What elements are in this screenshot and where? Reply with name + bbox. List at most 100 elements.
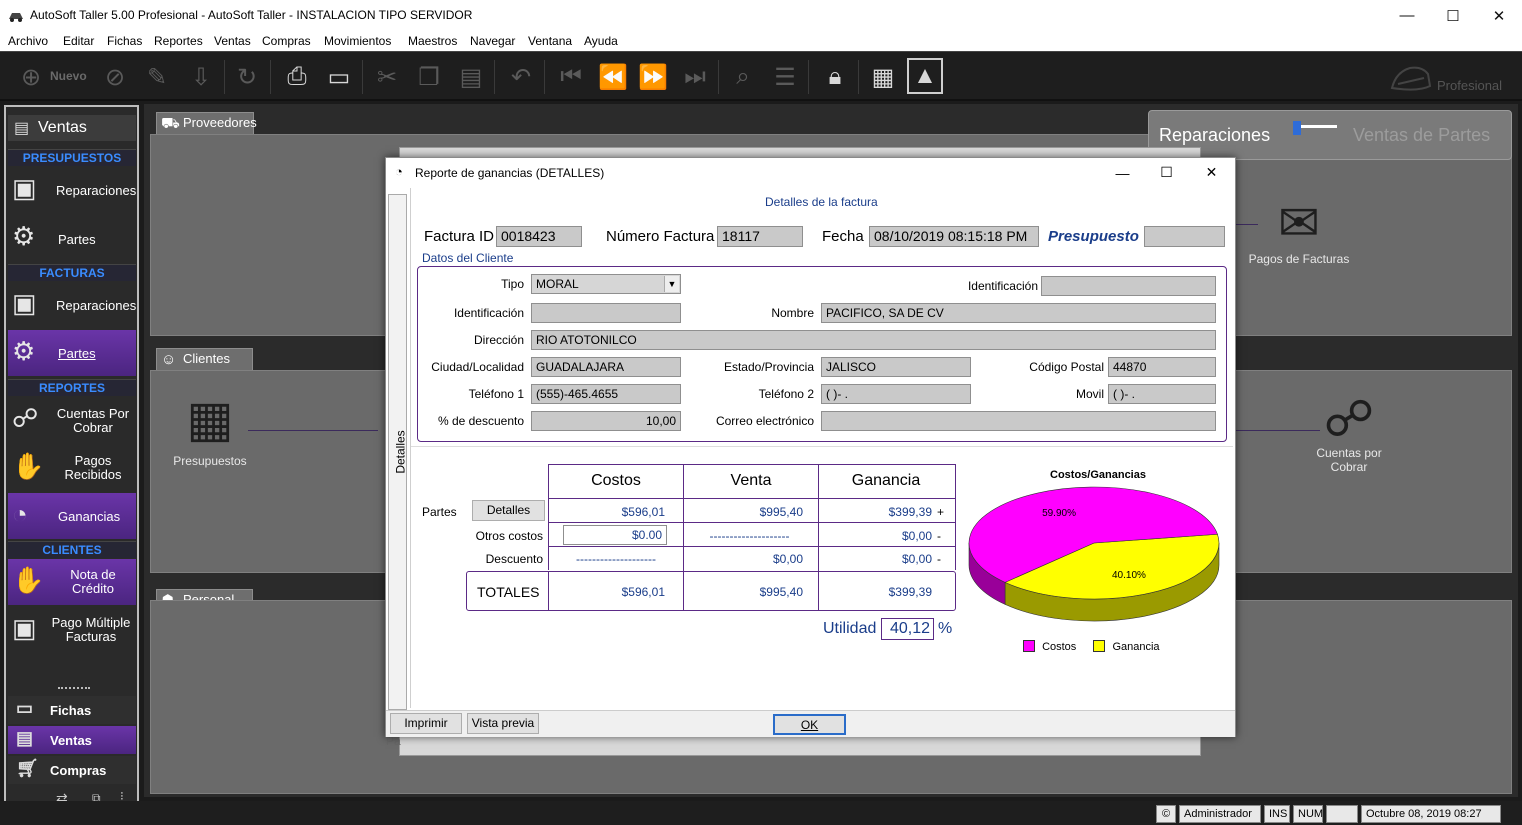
- legend-swatch-ganancia: [1093, 640, 1106, 652]
- cut-icon[interactable]: ✂: [370, 59, 404, 95]
- dialog-maximize-button[interactable]: ☐: [1144, 158, 1189, 187]
- close-button[interactable]: ✕: [1476, 0, 1522, 31]
- totales-costos: $596,01: [621, 585, 665, 599]
- new-icon[interactable]: ⊕: [14, 59, 48, 95]
- status-user: Administrador: [1179, 805, 1261, 823]
- menu-ventana[interactable]: Ventana: [528, 34, 572, 48]
- copy-icon[interactable]: ❐: [412, 59, 446, 95]
- people-count-icon: ☍: [1323, 391, 1375, 447]
- node-label: Presupuestos: [173, 454, 247, 468]
- nombre-label: Nombre: [771, 306, 814, 320]
- refresh-icon[interactable]: ↻: [230, 59, 264, 95]
- sidebar-item-label-2: Facturas: [65, 629, 117, 644]
- save-icon[interactable]: ⇩: [184, 59, 218, 95]
- menu-navegar[interactable]: Navegar: [470, 34, 515, 48]
- imprimir-button[interactable]: Imprimir: [390, 713, 462, 734]
- minimize-button[interactable]: —: [1384, 0, 1430, 31]
- navigate-icon[interactable]: ▲: [907, 58, 943, 94]
- undo-icon[interactable]: ↶: [504, 59, 538, 95]
- menu-archivo[interactable]: Archivo: [8, 34, 48, 48]
- monitor-icon[interactable]: ▭: [322, 59, 356, 95]
- dialog-title-bar: ◔ Reporte de ganancias (DETALLES) — ☐ ✕: [386, 158, 1235, 187]
- previous-record-icon[interactable]: ⏪: [596, 59, 630, 95]
- numero-factura-label: Número Factura: [606, 228, 715, 245]
- menu-fichas[interactable]: Fichas: [107, 34, 142, 48]
- menu-maestros[interactable]: Maestros: [408, 34, 457, 48]
- folder-icon: ▭: [16, 698, 34, 718]
- sidebar-item-fact-reparaciones[interactable]: ▣ Reparaciones: [8, 282, 136, 328]
- delete-doc-icon[interactable]: ⊘: [98, 59, 132, 95]
- tab-proveedores[interactable]: ⛟ Proveedores: [156, 112, 257, 134]
- copyright-icon: ©: [1156, 805, 1176, 823]
- menu-ayuda[interactable]: Ayuda: [584, 34, 618, 48]
- app-icon: [8, 8, 24, 22]
- search-icon[interactable]: ⌕: [726, 59, 760, 95]
- node-cuentas-cobrar[interactable]: ☍ Cuentas por Cobrar: [1304, 394, 1394, 474]
- datos-cliente-title: Datos del Cliente: [422, 251, 514, 265]
- sidebar-item-pago-multiple[interactable]: ▣ Pago Múltiple Facturas: [8, 607, 136, 653]
- totales-ganancia: $399,39: [888, 585, 932, 599]
- last-record-icon[interactable]: ⏭: [678, 59, 712, 95]
- fecha-label: Fecha: [822, 228, 864, 245]
- sidebar-item-fact-partes[interactable]: ⚙ Partes: [8, 330, 136, 376]
- toggle-ventas-partes[interactable]: Ventas de Partes: [1353, 125, 1490, 146]
- menu-compras[interactable]: Compras: [262, 34, 311, 48]
- menu-movimientos[interactable]: Movimientos: [324, 34, 391, 48]
- ok-button[interactable]: OK: [773, 714, 846, 735]
- fecha-field: 08/10/2019 08:15:18 PM: [869, 226, 1039, 247]
- descuento-row-label: Descuento: [485, 552, 543, 566]
- toggle-reparaciones[interactable]: Reparaciones: [1159, 125, 1270, 146]
- factura-id-field: 0018423: [496, 226, 582, 247]
- sidebar-item-pres-reparaciones[interactable]: ▣ Reparaciones: [8, 167, 136, 213]
- menu-reportes[interactable]: Reportes: [154, 34, 203, 48]
- tipo-select[interactable]: MORAL ▼: [531, 274, 681, 294]
- edit-icon[interactable]: ✎: [140, 59, 174, 95]
- mode-toggle[interactable]: Reparaciones Ventas de Partes: [1148, 110, 1512, 160]
- parts-icon: ⚙: [12, 221, 36, 251]
- cp-field: 44870: [1108, 357, 1216, 377]
- vista-previa-button[interactable]: Vista previa: [467, 713, 539, 734]
- lock-icon[interactable]: 🔒︎: [818, 59, 852, 95]
- list-search-icon[interactable]: ☰: [768, 59, 802, 95]
- next-record-icon[interactable]: ⏩: [636, 59, 670, 95]
- detalles-button[interactable]: Detalles: [472, 500, 545, 521]
- status-ins: INS: [1264, 805, 1290, 823]
- tab-detalles[interactable]: Detalles: [388, 194, 408, 710]
- chart-legend: Costos Ganancia: [1023, 640, 1160, 653]
- node-presupuestos[interactable]: ▦ Presupuestos: [164, 394, 256, 468]
- print-icon[interactable]: ⎙: [280, 59, 314, 95]
- sidebar-item-cuentas-cobrar[interactable]: ☍ Cuentas Por Cobrar: [8, 397, 136, 443]
- calculator-icon[interactable]: ▦: [866, 59, 900, 95]
- dialog-close-button[interactable]: ✕: [1189, 158, 1234, 187]
- splitter-handle[interactable]: [58, 687, 90, 690]
- tab-clientes[interactable]: ☺ Clientes: [156, 348, 253, 370]
- first-record-icon[interactable]: ⏮: [554, 59, 588, 95]
- paste-icon[interactable]: ▤: [454, 59, 488, 95]
- identificacion-right-field: [1041, 276, 1216, 296]
- nav-fichas[interactable]: ▭ Fichas: [8, 696, 136, 724]
- menu-editar[interactable]: Editar: [63, 34, 94, 48]
- nav-compras[interactable]: 🛒︎ Compras: [8, 756, 136, 784]
- truck-icon: ⛟: [161, 115, 180, 132]
- partes-venta: $995,40: [759, 505, 803, 519]
- menu-ventas[interactable]: Ventas: [214, 34, 251, 48]
- node-pagos-facturas[interactable]: ✉ Pagos de Facturas: [1234, 198, 1364, 266]
- dialog-minimize-button[interactable]: —: [1100, 158, 1145, 187]
- partes-costos: $596,01: [621, 505, 665, 519]
- section-clientes: CLIENTES: [8, 541, 136, 558]
- utilidad-unit: %: [938, 620, 953, 637]
- sidebar-header-label: Ventas: [38, 119, 87, 136]
- nav-ventas[interactable]: ▤ Ventas: [8, 726, 136, 754]
- sidebar-item-ganancias[interactable]: ◔ Ganancias: [8, 493, 136, 539]
- maximize-button[interactable]: ☐: [1430, 0, 1476, 31]
- sidebar-item-label: Partes: [58, 346, 96, 361]
- sidebar-item-pagos-recibidos[interactable]: ✋ Pagos Recibidos: [8, 445, 136, 491]
- toolbar: ⊕ Nuevo ⊘ ✎ ⇩ ↻ ⎙ ▭ ✂ ❐ ▤ ↶ ⏮ ⏪ ⏩ ⏭ ⌕ ☰ …: [0, 51, 1522, 101]
- chevron-down-icon[interactable]: ▼: [664, 276, 679, 292]
- sidebar-item-pres-partes[interactable]: ⚙ Partes: [8, 215, 136, 261]
- numero-factura-field: 18117: [717, 226, 803, 247]
- otros-costos-input[interactable]: $0.00: [563, 525, 667, 545]
- sidebar-item-nota-credito[interactable]: ✋ Nota de Crédito: [8, 559, 136, 605]
- hand-money-icon: ✋: [12, 451, 45, 481]
- toggle-knob[interactable]: [1293, 121, 1301, 135]
